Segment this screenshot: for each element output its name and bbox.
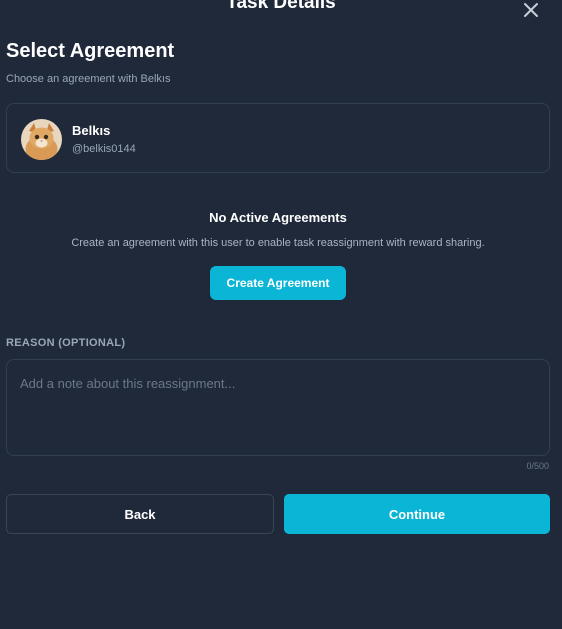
section-subtitle: Choose an agreement with Belkıs bbox=[6, 73, 171, 85]
char-count: 0/500 bbox=[526, 461, 549, 471]
cat-avatar-icon bbox=[21, 119, 62, 160]
modal-title: Task Details bbox=[226, 0, 336, 13]
avatar bbox=[21, 119, 62, 160]
section-title: Select Agreement bbox=[6, 40, 175, 62]
back-button[interactable]: Back bbox=[6, 494, 274, 534]
reason-label: REASON (OPTIONAL) bbox=[6, 337, 126, 349]
continue-button[interactable]: Continue bbox=[284, 494, 550, 534]
user-name: Belkıs bbox=[72, 123, 111, 138]
user-card[interactable]: Belkıs @belkis0144 bbox=[6, 103, 550, 173]
empty-state-description: Create an agreement with this user to en… bbox=[71, 237, 485, 249]
reason-input[interactable] bbox=[6, 359, 550, 456]
user-handle: @belkis0144 bbox=[72, 143, 136, 155]
empty-state-title: No Active Agreements bbox=[209, 210, 347, 225]
close-icon bbox=[524, 3, 538, 17]
create-agreement-button[interactable]: Create Agreement bbox=[210, 266, 346, 300]
close-button[interactable] bbox=[518, 0, 544, 20]
task-details-modal: Task Details Select Agreement Choose an … bbox=[0, 0, 562, 629]
